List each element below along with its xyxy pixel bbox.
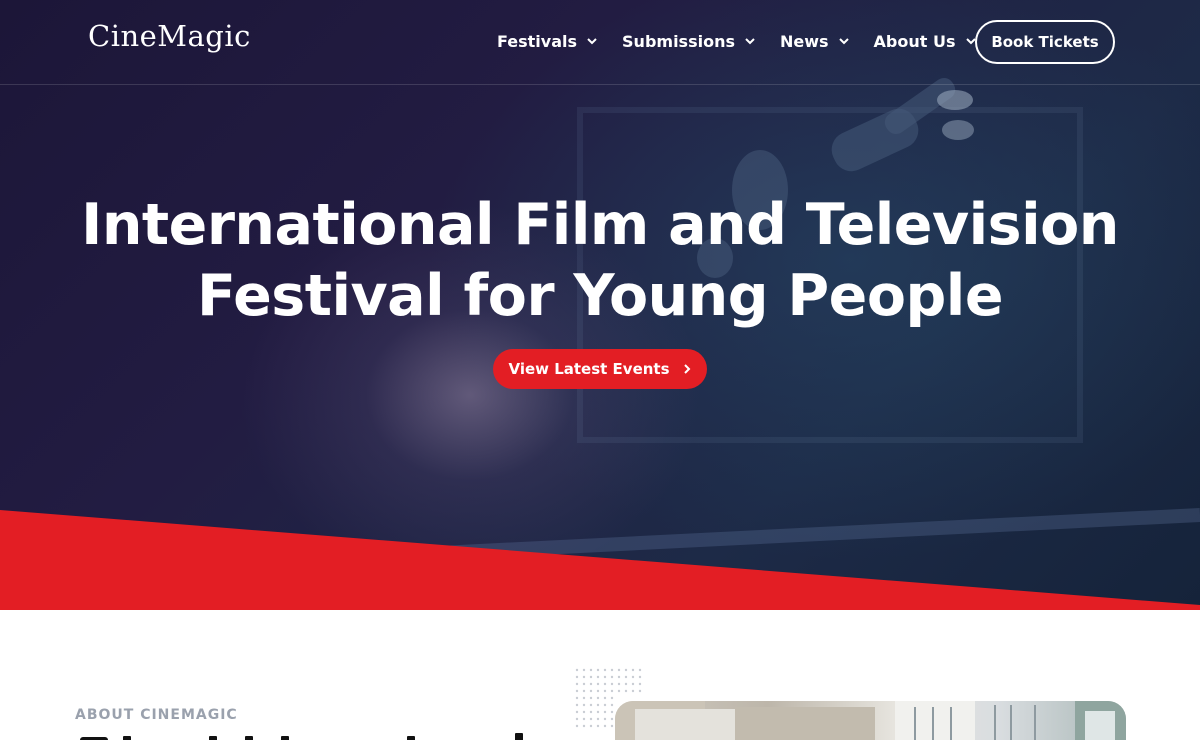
chevron-right-icon xyxy=(683,364,690,374)
nav-item-label: About Us xyxy=(873,31,956,51)
nav-item-news[interactable]: News xyxy=(780,32,850,51)
nav-item-label: Festivals xyxy=(497,31,578,51)
chevron-down-icon xyxy=(745,38,755,45)
chevron-down-icon xyxy=(587,38,597,45)
book-tickets-button[interactable]: Book Tickets xyxy=(975,20,1115,64)
nav-item-about-us[interactable]: About Us xyxy=(874,32,977,51)
hero-title: International Film and Television Festiv… xyxy=(40,190,1160,332)
building-photo-detail xyxy=(615,701,1126,740)
about-building-photo xyxy=(615,701,1126,740)
site-header: CineMagic Festivals Submissions News Abo… xyxy=(0,0,1200,85)
about-heading-cropped xyxy=(75,728,555,740)
hero-section: CineMagic Festivals Submissions News Abo… xyxy=(0,0,1200,610)
main-nav: Festivals Submissions News About Us xyxy=(497,28,1001,54)
hero-title-line-1: International Film and Television xyxy=(81,192,1119,258)
cinemagic-logo[interactable]: CineMagic xyxy=(88,18,251,54)
chevron-down-icon xyxy=(838,38,849,45)
nav-item-submissions[interactable]: Submissions xyxy=(622,32,756,51)
about-heading-tops xyxy=(80,733,523,740)
view-latest-events-button[interactable]: View Latest Events xyxy=(493,349,707,389)
nav-item-label: News xyxy=(780,31,829,51)
about-eyebrow: ABOUT CINEMAGIC xyxy=(75,707,238,723)
nav-item-label: Submissions xyxy=(622,31,735,51)
nav-item-festivals[interactable]: Festivals xyxy=(497,32,598,51)
hero-title-line-2: Festival for Young People xyxy=(196,263,1004,329)
view-latest-events-label: View Latest Events xyxy=(508,360,670,378)
